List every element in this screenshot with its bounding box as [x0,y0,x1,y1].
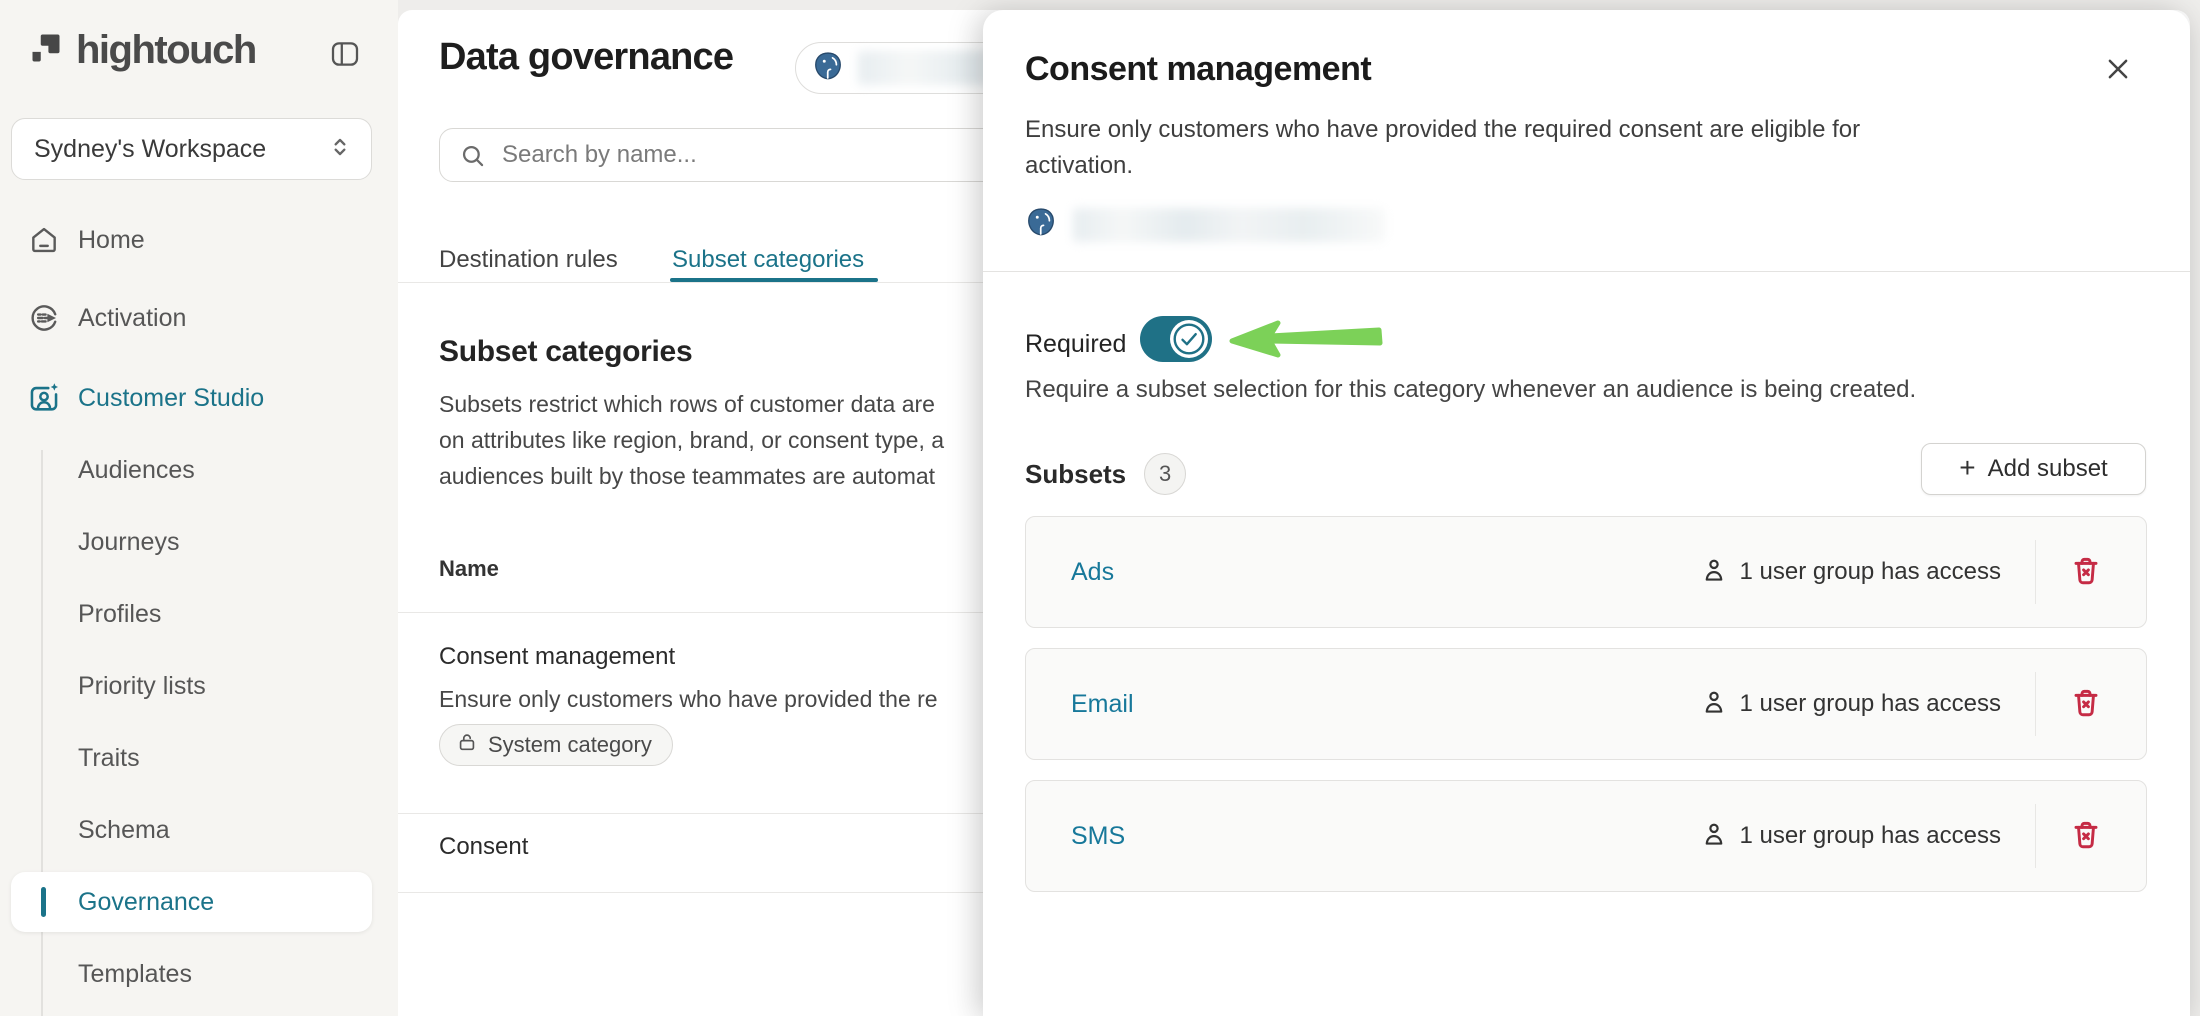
trash-icon [2070,555,2102,590]
user-icon [1700,820,1728,853]
required-label: Required [1025,330,1126,359]
delete-subset-button[interactable] [2062,680,2110,728]
sidebar-item-label: Traits [78,744,140,773]
sidebar-item-label: Home [78,226,145,255]
home-icon [26,222,62,258]
sidebar-item-audiences[interactable]: Audiences [0,448,398,492]
sidebar-item-label: Customer Studio [78,384,264,413]
required-help-text: Require a subset selection for this cate… [1025,376,1916,404]
card-divider [2035,804,2036,868]
section-description: Subsets restrict which rows of customer … [439,386,944,494]
system-category-badge: System category [439,724,673,766]
sidebar-item-label: Audiences [78,456,195,485]
card-divider [2035,672,2036,736]
green-arrow-annotation [1226,318,1384,369]
subsets-label: Subsets [1025,459,1126,490]
sidebar-item-activation[interactable]: Activation [0,296,398,340]
tab-destination-rules[interactable]: Destination rules [439,246,618,274]
user-icon [1700,556,1728,589]
close-icon [2103,54,2133,87]
trash-icon [2070,687,2102,722]
sidebar-item-label: Profiles [78,600,161,629]
sidebar-item-label: Activation [78,304,186,333]
redacted-source-name [1073,208,1385,242]
add-subset-label: Add subset [1988,455,2108,483]
card-divider [2035,540,2036,604]
panel-source-row [1025,206,1385,243]
table-name-header: Name [439,556,499,582]
panel-close-button[interactable] [2096,48,2140,92]
sidebar-item-label: Governance [78,888,214,917]
activation-icon [26,300,62,336]
workspace-name: Sydney's Workspace [34,135,327,164]
sidebar-item-customer-studio[interactable]: Customer Studio [0,376,398,420]
access-text: 1 user group has access [1740,558,2001,586]
hightouch-logo: hightouch [28,28,256,73]
user-icon [1700,688,1728,721]
sidebar-item-label: Templates [78,960,192,989]
section-description-line: audiences built by those teammates are a… [439,458,944,494]
sidebar-item-schema[interactable]: Schema [0,808,398,852]
subset-row-email: Email 1 user group has access [1025,648,2147,760]
delete-subset-button[interactable] [2062,812,2110,860]
table-row-description: Ensure only customers who have provided … [439,686,938,713]
sidebar-item-label: Journeys [78,528,179,557]
tab-subset-categories[interactable]: Subset categories [672,246,864,274]
consent-management-panel: Consent management Ensure only customers… [983,10,2190,1016]
subsets-header: Subsets 3 [1025,453,1186,495]
panel-collapse-icon [329,38,361,73]
sidebar-item-priority-lists[interactable]: Priority lists [0,664,398,708]
hightouch-logo-icon [28,30,64,71]
subset-access-group: 1 user group has access [1700,804,2110,868]
page-title: Data governance [439,36,733,79]
sidebar-item-journeys[interactable]: Journeys [0,520,398,564]
section-heading: Subset categories [439,335,692,369]
section-description-line: on attributes like region, brand, or con… [439,422,944,458]
postgres-icon [1025,206,1057,243]
table-row-consent[interactable]: Consent [439,833,528,861]
access-text: 1 user group has access [1740,822,2001,850]
logo-wordmark: hightouch [76,28,256,73]
sidebar: hightouch Sydney's Workspace Home Activa… [0,0,398,1016]
table-row-consent-management[interactable]: Consent management [439,643,675,671]
lock-icon [456,731,478,759]
sidebar-item-label: Priority lists [78,672,206,701]
customer-studio-icon [26,380,62,416]
postgres-icon [812,50,844,87]
required-toggle[interactable] [1140,316,1212,362]
panel-divider [983,271,2190,272]
trash-icon [2070,819,2102,854]
subset-row-ads: Ads 1 user group has access [1025,516,2147,628]
sidebar-item-traits[interactable]: Traits [0,736,398,780]
sidebar-item-governance[interactable]: Governance [11,872,372,932]
panel-description: Ensure only customers who have provided … [1025,112,1905,184]
search-icon [459,142,486,174]
workspace-selector[interactable]: Sydney's Workspace [11,118,372,180]
sidebar-item-home[interactable]: Home [0,218,398,262]
access-text: 1 user group has access [1740,690,2001,718]
subset-row-sms: SMS 1 user group has access [1025,780,2147,892]
subset-name-link[interactable]: Ads [1071,558,1114,587]
delete-subset-button[interactable] [2062,548,2110,596]
active-indicator-bar [41,887,46,917]
system-category-label: System category [488,732,652,758]
sidebar-item-templates[interactable]: Templates [0,952,398,996]
panel-title: Consent management [1025,50,1371,89]
sidebar-item-label: Schema [78,816,170,845]
sidebar-item-profiles[interactable]: Profiles [0,592,398,636]
subset-access-group: 1 user group has access [1700,540,2110,604]
section-description-line: Subsets restrict which rows of customer … [439,386,944,422]
subset-access-group: 1 user group has access [1700,672,2110,736]
app-root: hightouch Sydney's Workspace Home Activa… [0,0,2200,1016]
unfold-chevrons-icon [327,134,353,165]
subset-name-link[interactable]: Email [1071,690,1134,719]
add-subset-button[interactable]: + Add subset [1921,443,2146,495]
plus-icon: + [1959,454,1975,482]
subset-name-link[interactable]: SMS [1071,822,1125,851]
sidebar-collapse-button[interactable] [322,32,368,78]
subsets-count-badge: 3 [1144,453,1186,495]
toggle-knob-check-icon [1170,320,1208,358]
